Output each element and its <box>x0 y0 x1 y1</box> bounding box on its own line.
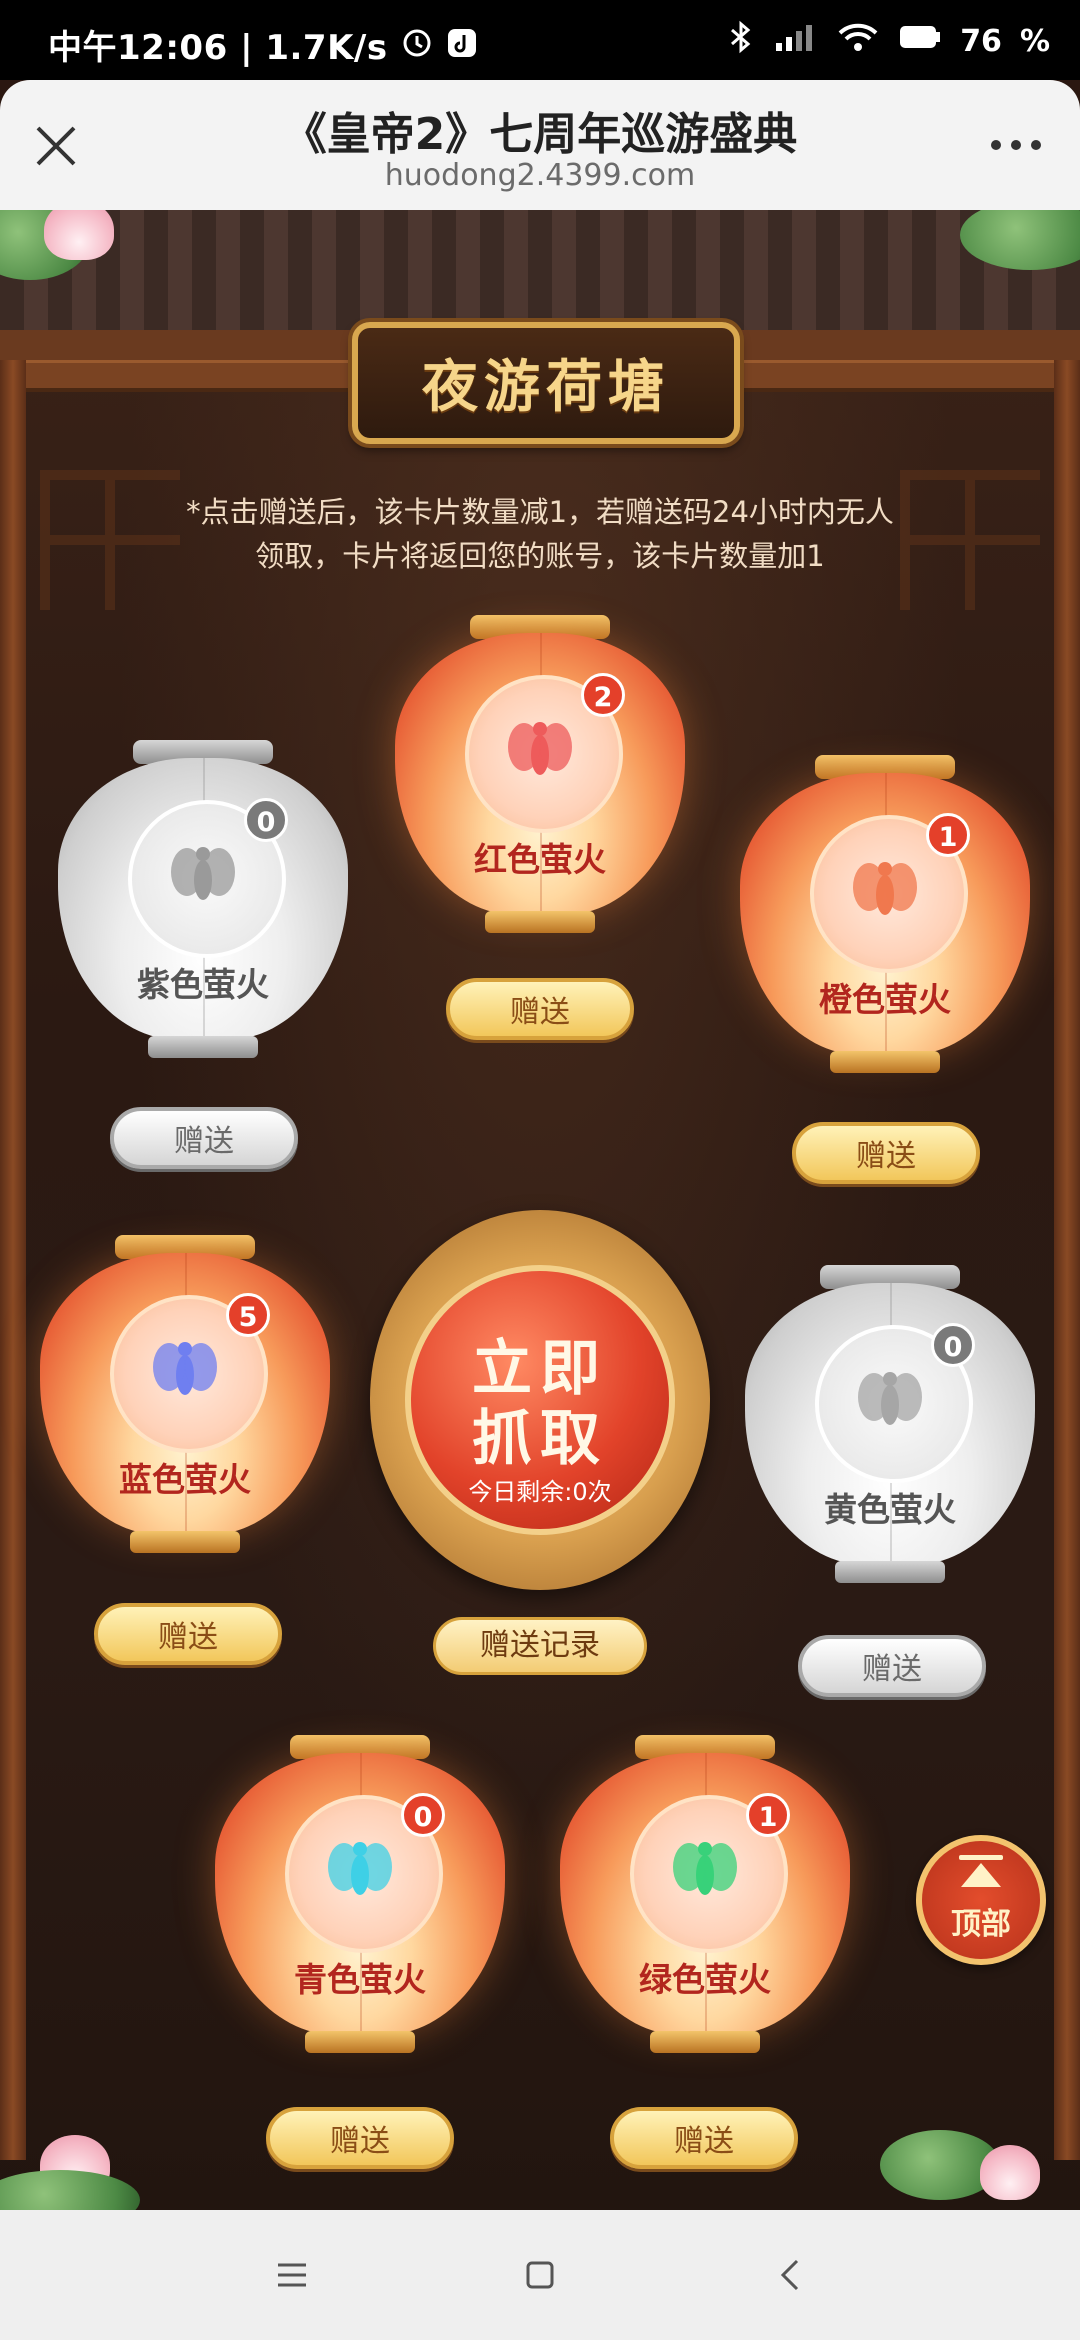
firefly-icon <box>328 1842 392 1895</box>
wifi-icon <box>836 21 880 61</box>
status-left: 中午12:06 | 1.7K/s <box>48 20 478 69</box>
firefly-name: 黄色萤火 <box>824 1490 956 1529</box>
gift-button-red[interactable]: 赠送 <box>446 978 634 1040</box>
lantern-red[interactable]: 2 红色萤火 <box>395 615 685 945</box>
tiktok-icon <box>446 27 478 68</box>
up-arrow-icon <box>961 1863 1001 1887</box>
right-pillar <box>1054 360 1080 2160</box>
lotus-leaf-decoration <box>0 2170 140 2210</box>
grab-remaining: 今日剩余:0次 <box>468 1478 612 1506</box>
status-right: 76% <box>726 20 1050 62</box>
count-badge: 1 <box>926 813 970 857</box>
firefly-icon <box>171 847 235 900</box>
title-plaque: 夜游荷塘 <box>352 322 740 444</box>
lantern-purple[interactable]: 0 紫色萤火 <box>58 740 348 1070</box>
left-pillar <box>0 360 26 2160</box>
gift-button-orange[interactable]: 赠送 <box>792 1122 980 1184</box>
count-badge: 5 <box>226 1293 270 1337</box>
firefly-name: 绿色萤火 <box>639 1960 771 1999</box>
count-badge: 2 <box>581 673 625 717</box>
gift-record-button[interactable]: 赠送记录 <box>433 1617 647 1675</box>
menu-icon[interactable] <box>272 2255 312 2295</box>
firefly-name: 青色萤火 <box>294 1960 426 1999</box>
firefly-name: 橙色萤火 <box>819 980 951 1019</box>
lantern-yellow[interactable]: 0 黄色萤火 <box>745 1265 1035 1595</box>
network-speed: 1.7K/s <box>265 28 388 68</box>
page-title: 《皇帝2》七周年巡游盛典 <box>282 109 798 160</box>
lantern-blue[interactable]: 5 蓝色萤火 <box>40 1235 330 1565</box>
signal-icon <box>774 21 818 61</box>
count-badge: 0 <box>931 1323 975 1367</box>
event-content: 夜游荷塘 *点击赠送后，该卡片数量减1，若赠送码24小时内无人 领取，卡片将返回… <box>0 210 1080 2210</box>
status-time: 中午12:06 <box>48 28 228 68</box>
lantern-cyan[interactable]: 0 青色萤火 <box>215 1735 505 2065</box>
grab-now-button[interactable]: 立即 抓取 今日剩余:0次 <box>370 1210 710 1590</box>
more-menu-icon[interactable] <box>986 130 1046 160</box>
firefly-icon <box>508 722 572 775</box>
battery-level: 76 <box>960 23 1002 59</box>
back-icon[interactable] <box>772 2255 812 2295</box>
back-to-top-label: 顶部 <box>951 1907 1011 1942</box>
firefly-name: 红色萤火 <box>474 840 606 879</box>
alarm-icon <box>400 25 434 68</box>
battery-icon <box>898 21 942 61</box>
firefly-icon <box>858 1372 922 1425</box>
firefly-icon <box>673 1842 737 1895</box>
page-url: huodong2.4399.com <box>384 158 696 193</box>
gift-button-cyan[interactable]: 赠送 <box>266 2107 454 2169</box>
gift-button-blue[interactable]: 赠送 <box>94 1603 282 1665</box>
lotus-flower-decoration <box>980 2145 1040 2200</box>
lantern-green[interactable]: 1 绿色萤火 <box>560 1735 850 2065</box>
firefly-icon <box>153 1342 217 1395</box>
bluetooth-icon <box>726 20 756 62</box>
browser-header: 《皇帝2》七周年巡游盛典 huodong2.4399.com <box>0 80 1080 210</box>
status-bar: 中午12:06 | 1.7K/s 76% <box>0 0 1080 80</box>
firefly-icon <box>853 862 917 915</box>
lotus-flower-decoration <box>44 210 114 260</box>
plaque-title: 夜游荷塘 <box>422 354 670 420</box>
lantern-orange[interactable]: 1 橙色萤火 <box>740 755 1030 1085</box>
back-to-top-button[interactable]: 顶部 <box>916 1835 1046 1965</box>
firefly-name: 蓝色萤火 <box>119 1460 251 1499</box>
system-nav-bar <box>0 2210 1080 2340</box>
gift-button-purple[interactable]: 赠送 <box>110 1107 298 1169</box>
count-badge: 0 <box>244 798 288 842</box>
count-badge: 0 <box>401 1793 445 1837</box>
top-bar-icon <box>959 1855 1003 1860</box>
grab-label-line2: 抓取 <box>472 1404 608 1474</box>
home-icon[interactable] <box>520 2255 560 2295</box>
gift-button-green[interactable]: 赠送 <box>610 2107 798 2169</box>
firefly-name: 紫色萤火 <box>137 965 269 1004</box>
roof-decoration <box>0 210 1080 360</box>
gift-button-yellow[interactable]: 赠送 <box>798 1635 986 1697</box>
count-badge: 1 <box>746 1793 790 1837</box>
notice-text: *点击赠送后，该卡片数量减1，若赠送码24小时内无人 领取，卡片将返回您的账号，… <box>186 495 894 573</box>
